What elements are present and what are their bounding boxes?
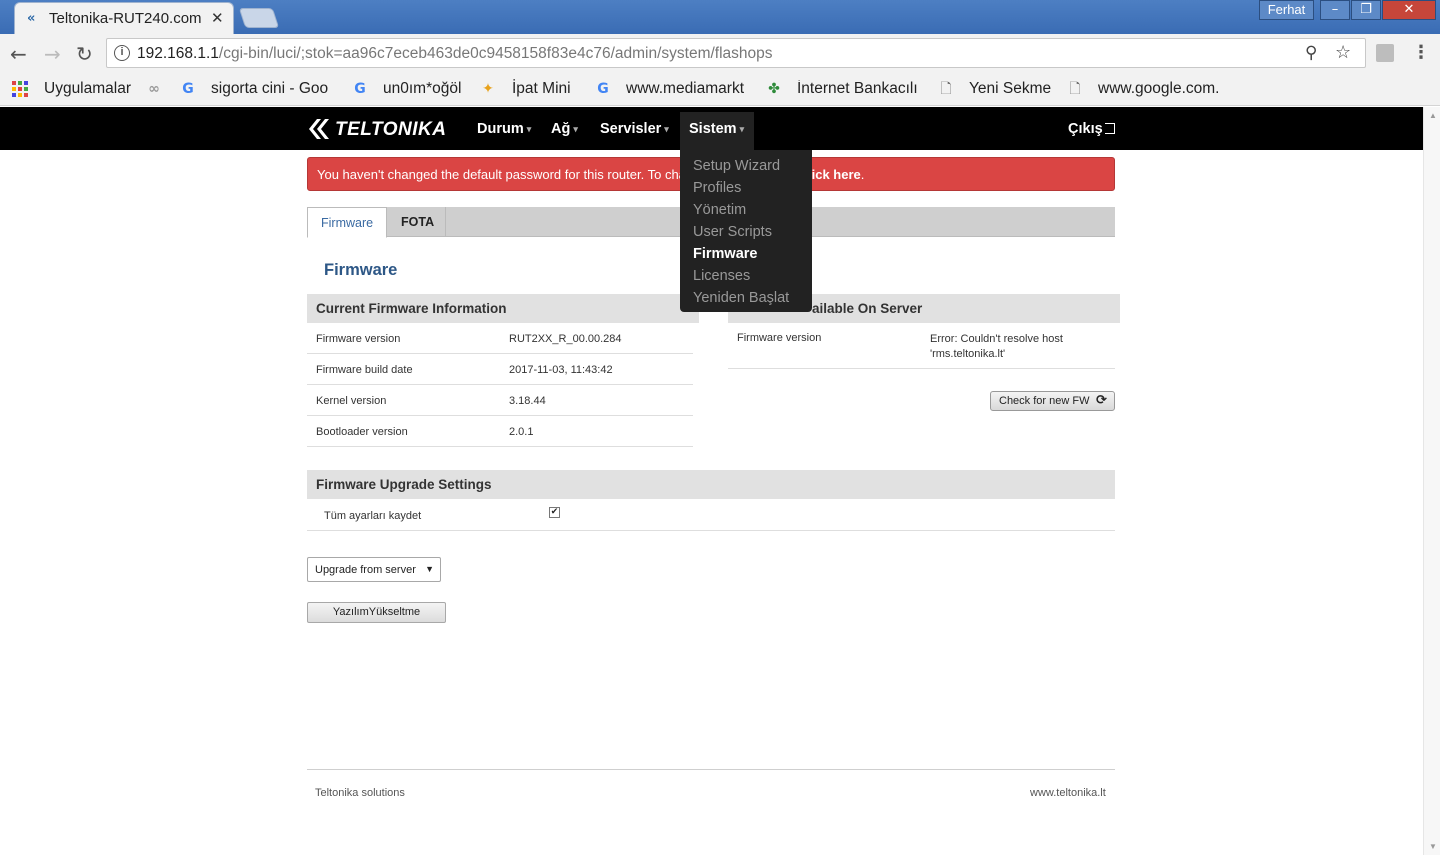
caret-down-icon: ▾	[664, 123, 669, 134]
page-title: Firmware	[324, 261, 398, 279]
server-firmware-row: Firmware version Error: Couldn't resolve…	[728, 323, 1115, 369]
site-info-icon[interactable]: i	[114, 45, 130, 61]
caret-down-icon: ▾	[739, 123, 745, 134]
menu-item-yeniden-baslat[interactable]: Yeniden Başlat	[680, 288, 812, 310]
apps-icon[interactable]	[12, 81, 28, 97]
glasses-icon[interactable]: ∞	[146, 81, 162, 97]
close-window-button[interactable]: ✕	[1382, 0, 1436, 20]
keep-settings-checkbox[interactable]: ✔	[549, 507, 560, 518]
caret-down-icon: ▾	[526, 123, 532, 134]
bookmark-unoim[interactable]: un0ım*oğöl	[383, 80, 461, 98]
teltonika-logo-icon	[309, 119, 329, 139]
maximize-button[interactable]: ❐	[1351, 0, 1381, 20]
info-row: Firmware build date 2017-11-03, 11:43:42	[307, 354, 693, 385]
teltonika-favicon-icon: «	[27, 11, 36, 26]
tab-fota[interactable]: FOTA	[388, 207, 446, 237]
pinwheel-icon: ✦	[482, 81, 494, 97]
caret-down-icon: ▾	[573, 123, 578, 134]
bookmark-internet-bankacilik[interactable]: İnternet Bankacılı	[797, 80, 921, 98]
google-icon: G	[354, 81, 366, 97]
keep-settings-label: Tüm ayarları kaydet	[324, 510, 422, 522]
upgrade-button[interactable]: YazılımYükseltme	[307, 602, 446, 623]
back-arrow-icon[interactable]: ←	[10, 42, 27, 66]
scroll-down-icon[interactable]: ▼	[1429, 842, 1437, 851]
google-icon: G	[597, 81, 609, 97]
page-icon: 🗋	[1069, 81, 1081, 97]
router-top-nav: TELTONIKA Durum ▾ Ağ ▾ Servisler ▾ Sistem ▾ …	[0, 107, 1423, 150]
bookmark-ipat-mini[interactable]: İpat Mini	[512, 80, 571, 98]
bookmark-apps[interactable]: Uygulamalar	[44, 80, 131, 98]
keep-settings-row: Tüm ayarları kaydet ✔	[307, 500, 1115, 531]
forward-arrow-icon[interactable]: →	[44, 42, 61, 66]
brand-name: TELTONIKA	[335, 119, 447, 140]
footer-divider	[307, 769, 1115, 770]
upgrade-source-select[interactable]: Upgrade from server ▼	[307, 557, 441, 582]
menu-item-user-scripts[interactable]: User Scripts	[680, 222, 812, 244]
browser-toolbar: ← → ↻ i 192.168.1.1/cgi-bin/luci/;stok=a…	[0, 34, 1440, 72]
info-row: Kernel version 3.18.44	[307, 385, 693, 416]
logout-icon	[1104, 123, 1115, 134]
bookmark-yeni-sekme[interactable]: Yeni Sekme	[969, 80, 1051, 98]
refresh-icon: ⟳	[1096, 393, 1107, 408]
nav-servisler[interactable]: Servisler ▾	[600, 121, 669, 137]
address-bar[interactable]: i 192.168.1.1/cgi-bin/luci/;stok=aa96c7e…	[106, 38, 1366, 68]
menu-item-setup-wizard[interactable]: Setup Wizard	[680, 156, 812, 178]
browser-tab-active[interactable]: « Teltonika-RUT240.com ✕	[14, 2, 234, 34]
nav-ag[interactable]: Ağ ▾	[551, 121, 578, 137]
bookmark-sigorta[interactable]: sigorta cini - Goo	[211, 80, 333, 98]
nav-sistem[interactable]: Sistem ▾	[689, 121, 744, 137]
menu-item-yonetim[interactable]: Yönetim	[680, 200, 812, 222]
google-icon: G	[182, 81, 194, 97]
browser-menu-icon[interactable]: ⋮	[1412, 42, 1430, 63]
clover-icon: ✤	[768, 81, 780, 97]
info-row: Firmware version RUT2XX_R_00.00.284	[307, 323, 693, 354]
zoom-icon[interactable]: ⚲	[1305, 43, 1317, 63]
browser-titlebar: « Teltonika-RUT240.com ✕ Ferhat – ❐ ✕	[0, 0, 1440, 34]
tab-firmware[interactable]: Firmware	[307, 207, 387, 238]
menu-item-profiles[interactable]: Profiles	[680, 178, 812, 200]
tab-close-icon[interactable]: ✕	[211, 9, 224, 27]
upgrade-settings-header: Firmware Upgrade Settings	[307, 470, 1115, 499]
alert-text: You haven't changed the default password…	[317, 167, 686, 182]
scroll-up-icon[interactable]: ▲	[1429, 111, 1437, 120]
sistem-dropdown-menu: Setup Wizard Profiles Yönetim User Scrip…	[680, 150, 812, 312]
menu-item-firmware[interactable]: Firmware	[680, 244, 812, 266]
bookmark-mediamarkt[interactable]: www.mediamarkt	[626, 80, 748, 98]
menu-item-licenses[interactable]: Licenses	[680, 266, 812, 288]
extension-icon[interactable]	[1376, 44, 1394, 62]
router-page: TELTONIKA Durum ▾ Ağ ▾ Servisler ▾ Sistem ▾ …	[0, 107, 1423, 855]
footer-website-link[interactable]: www.teltonika.lt	[1030, 787, 1106, 799]
logout-link[interactable]: Çıkış	[1068, 121, 1115, 137]
bookmark-google[interactable]: www.google.com.	[1098, 80, 1222, 98]
page-scrollbar[interactable]: ▲ ▼	[1423, 107, 1440, 855]
footer-company: Teltonika solutions	[315, 787, 405, 799]
tab-title: Teltonika-RUT240.com	[49, 10, 202, 27]
page-icon: 🗋	[940, 81, 952, 97]
url-text[interactable]: 192.168.1.1/cgi-bin/luci/;stok=aa96c7ece…	[137, 45, 773, 63]
bookmark-star-icon[interactable]: ☆	[1335, 42, 1351, 63]
reload-icon[interactable]: ↻	[76, 42, 93, 66]
profile-button[interactable]: Ferhat	[1259, 0, 1314, 20]
new-tab-button[interactable]	[238, 8, 280, 28]
nav-durum[interactable]: Durum ▾	[477, 121, 531, 137]
bookmarks-bar: Uygulamalar ∞ G sigorta cini - Goo G un0…	[0, 72, 1440, 106]
check-new-fw-button[interactable]: Check for new FW ⟳	[990, 391, 1115, 411]
dropdown-arrow-icon: ▼	[425, 564, 434, 574]
minimize-button[interactable]: –	[1320, 0, 1350, 20]
current-firmware-header: Current Firmware Information	[307, 294, 699, 323]
info-row: Bootloader version 2.0.1	[307, 416, 693, 447]
alert-change-password-link[interactable]: lick here.	[808, 167, 864, 182]
